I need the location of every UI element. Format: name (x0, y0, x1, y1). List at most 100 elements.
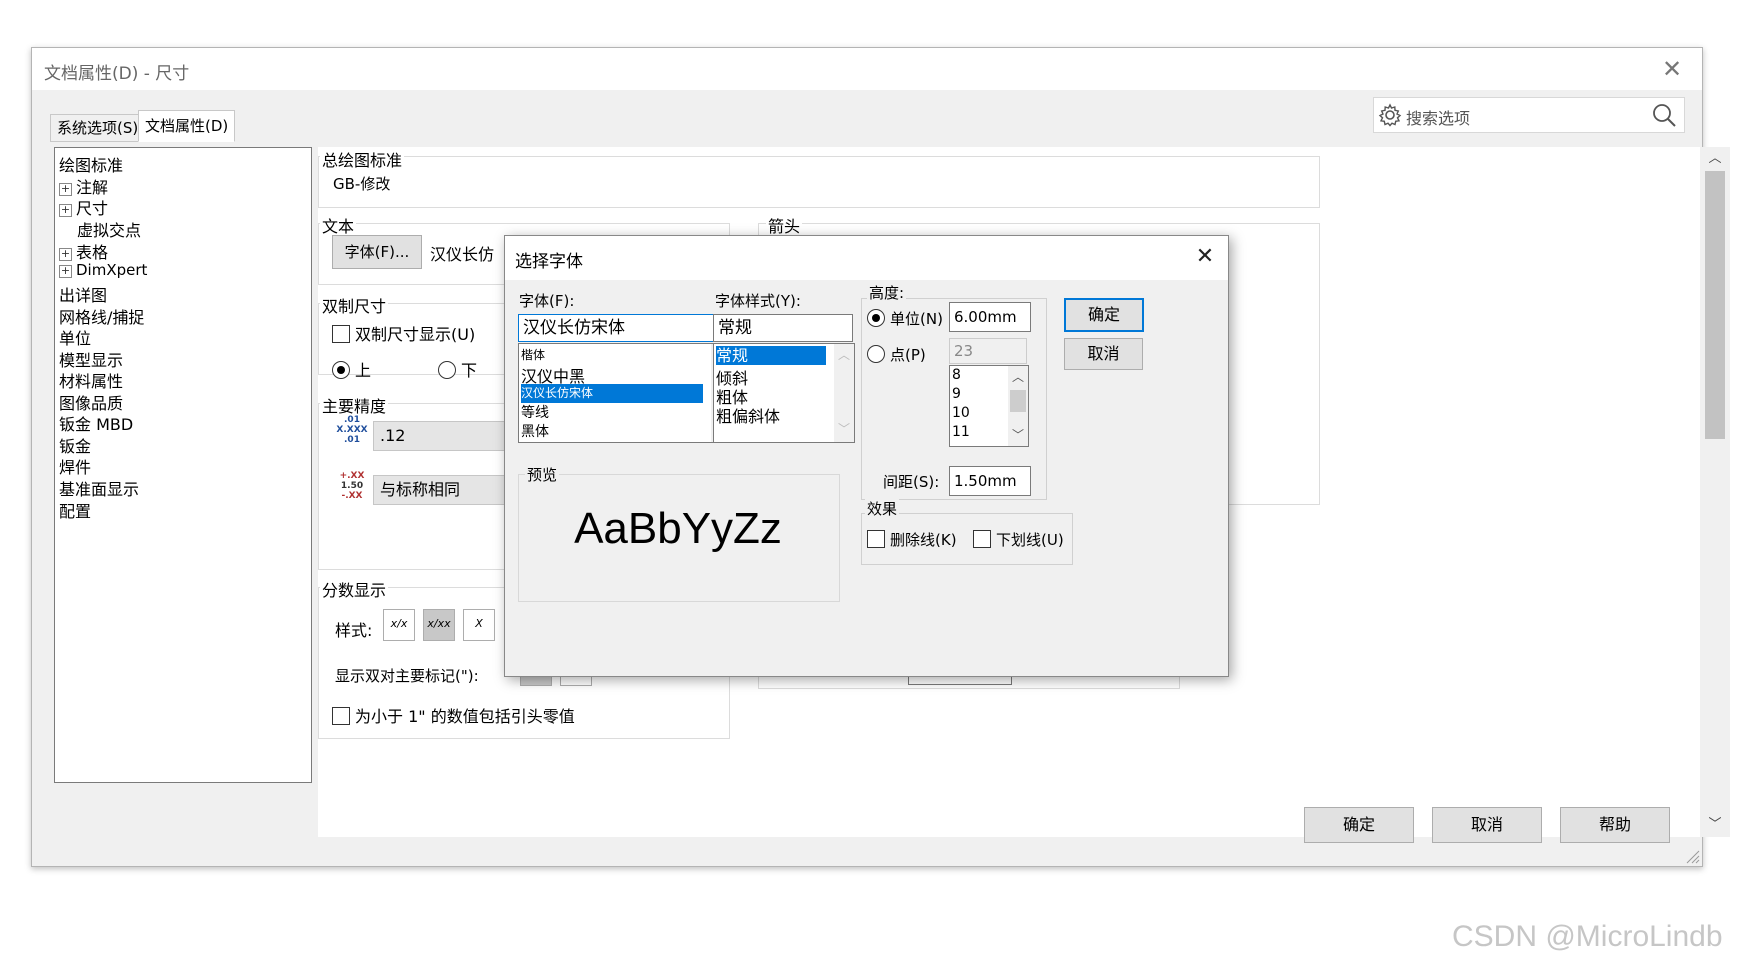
expand-icon[interactable]: + (59, 204, 72, 217)
points-list[interactable]: 8 9 10 11 ︿ ﹀ (949, 365, 1029, 447)
radio-top[interactable]: 上 (332, 357, 371, 381)
tree-item-dimensions[interactable]: + 尺寸 (59, 195, 108, 219)
spacing-input[interactable]: 1.50mm (949, 466, 1031, 496)
category-tree[interactable]: 绘图标准 + 注解 + 尺寸 虚拟交点 + 表格 + DimXpert 出详图 网格线/… (54, 147, 312, 783)
radio-circle[interactable] (867, 309, 885, 327)
expand-icon[interactable]: + (59, 248, 72, 261)
tree-item-detailing[interactable]: 出详图 (59, 282, 107, 306)
scroll-thumb[interactable] (1705, 171, 1725, 439)
tree-item-configurations[interactable]: 配置 (59, 498, 91, 522)
tree-item-dimxpert[interactable]: + DimXpert (59, 261, 147, 279)
font-style-input[interactable]: 常规 (713, 314, 853, 342)
scroll-up-icon[interactable]: ︿ (834, 346, 854, 364)
gear-icon (1378, 103, 1402, 127)
points-radio[interactable]: 点(P) (867, 344, 926, 365)
units-height-input[interactable]: 6.00mm (949, 302, 1031, 332)
radio-circle[interactable] (332, 361, 350, 379)
precision-icon: .01 X.XXX .01 (336, 415, 368, 445)
text-font-name: 汉仪长仿 (430, 245, 495, 264)
resize-grip-icon[interactable] (1684, 848, 1700, 864)
checkbox-box[interactable] (867, 530, 885, 548)
close-icon[interactable]: ✕ (1190, 242, 1220, 272)
strikethrough-checkbox[interactable]: 删除线(K) (867, 529, 957, 550)
leading-zero-checkbox[interactable]: 为小于 1" 的数值包括引头零值 (332, 703, 575, 727)
dialog-title-bar: 选择字体 ✕ (505, 236, 1228, 280)
points-input[interactable]: 23 (949, 338, 1027, 364)
font-style-label: 字体样式(Y): (715, 292, 801, 310)
tree-item-units[interactable]: 单位 (59, 325, 91, 349)
dual-mark-label: 显示双对主要标记("): (335, 667, 479, 685)
scroll-down-icon[interactable]: ﹀ (1700, 813, 1730, 835)
tree-item-tables[interactable]: + 表格 (59, 239, 108, 263)
dual-dimension-checkbox[interactable]: 双制尺寸显示(U) (332, 321, 475, 345)
font-option-selected[interactable]: 汉仪长仿宋体 (521, 384, 703, 403)
font-button[interactable]: 字体(F)... (332, 235, 422, 269)
preview-text: AaBbYyZz (574, 504, 782, 553)
cancel-button[interactable]: 取消 (1432, 807, 1542, 843)
scroll-up-icon[interactable]: ︿ (1008, 368, 1028, 386)
scroll-down-icon[interactable]: ﹀ (1008, 426, 1028, 444)
precision-label: 主要精度 (320, 393, 389, 417)
font-style-option-selected[interactable]: 常规 (716, 346, 826, 365)
dual-dimension-label: 双制尺寸 (320, 293, 389, 317)
help-button[interactable]: 帮助 (1560, 807, 1670, 843)
watermark: CSDN @MicroLindb (1452, 920, 1723, 953)
radio-circle[interactable] (438, 361, 456, 379)
tab-system-options[interactable]: 系统选项(S) (50, 114, 146, 142)
font-option[interactable]: 楷体 (521, 346, 545, 363)
tree-item-drafting-standard[interactable]: 绘图标准 (59, 152, 123, 176)
points-option[interactable]: 9 (952, 386, 961, 402)
points-scrollbar[interactable]: ︿ ﹀ (1008, 366, 1028, 446)
tree-item-material-properties[interactable]: 材料属性 (59, 368, 123, 392)
tree-item-plane-display[interactable]: 基准面显示 (59, 476, 139, 500)
font-list[interactable]: 楷体 汉仪中黑 汉仪长仿宋体 等线 黑体 ︿ ﹀ (518, 343, 732, 443)
fraction-style-diagonal-icon[interactable]: X (463, 609, 495, 641)
ok-button[interactable]: 确定 (1304, 807, 1414, 843)
radio-bottom[interactable]: 下 (438, 357, 477, 381)
checkbox-box[interactable] (973, 530, 991, 548)
fraction-style-stacked-icon[interactable]: x/xx (423, 609, 455, 641)
dialog-title: 选择字体 (515, 252, 583, 272)
checkbox-box[interactable] (332, 707, 350, 725)
fraction-label: 分数显示 (320, 577, 389, 601)
tree-item-weldments[interactable]: 焊件 (59, 454, 91, 478)
underline-checkbox[interactable]: 下划线(U) (973, 529, 1064, 550)
scroll-down-icon[interactable]: ﹀ (834, 420, 854, 438)
vertical-scrollbar[interactable]: ︿ ﹀ (1700, 147, 1730, 837)
font-option[interactable]: 等线 (521, 402, 549, 422)
height-label: 高度: (867, 282, 907, 303)
close-icon[interactable]: ✕ (1657, 54, 1687, 84)
arrows-label: 箭头 (766, 213, 803, 237)
tree-item-virtual-sharps[interactable]: 虚拟交点 (77, 217, 141, 241)
radio-circle[interactable] (867, 345, 885, 363)
fraction-style-label: 样式: (335, 621, 373, 640)
dialog-cancel-button[interactable]: 取消 (1064, 338, 1143, 370)
window-title: 文档属性(D) - 尺寸 (44, 64, 190, 84)
points-option[interactable]: 10 (952, 405, 970, 421)
tolerance-precision-icon: +.XX 1.50 -.XX (339, 471, 365, 501)
font-style-scrollbar[interactable]: ︿ ﹀ (834, 344, 854, 442)
dialog-ok-button[interactable]: 确定 (1064, 298, 1144, 332)
search-placeholder: 搜索选项 (1406, 109, 1471, 128)
search-box[interactable]: 搜索选项 (1373, 97, 1685, 133)
tab-document-properties[interactable]: 文档属性(D) (138, 110, 236, 142)
tree-item-sheet-metal-mbd[interactable]: 钣金 MBD (59, 411, 133, 435)
units-radio[interactable]: 单位(N) (867, 308, 943, 329)
font-option[interactable]: 黑体 (521, 421, 549, 441)
scroll-thumb[interactable] (1010, 390, 1026, 412)
title-bar: 文档属性(D) - 尺寸 ✕ (32, 48, 1702, 90)
preview-label: 预览 (525, 464, 560, 485)
font-style-list[interactable]: 常规 倾斜 粗体 粗偏斜体 ︿ ﹀ (713, 343, 855, 443)
scroll-up-icon[interactable]: ︿ (1700, 147, 1730, 169)
overall-standard-group (318, 156, 1320, 208)
points-option[interactable]: 8 (952, 367, 961, 383)
expand-icon[interactable]: + (59, 265, 72, 278)
overall-standard-value: GB-修改 (333, 175, 391, 193)
search-icon[interactable] (1650, 102, 1678, 128)
points-option[interactable]: 11 (952, 424, 970, 440)
font-input[interactable]: 汉仪长仿宋体 (518, 314, 730, 342)
checkbox-box[interactable] (332, 325, 350, 343)
font-style-option[interactable]: 粗偏斜体 (716, 403, 780, 427)
select-font-dialog: 选择字体 ✕ 字体(F): 汉仪长仿宋体 楷体 汉仪中黑 汉仪长仿宋体 等线 黑… (504, 235, 1229, 677)
fraction-style-inline-icon[interactable]: x/x (383, 609, 415, 641)
